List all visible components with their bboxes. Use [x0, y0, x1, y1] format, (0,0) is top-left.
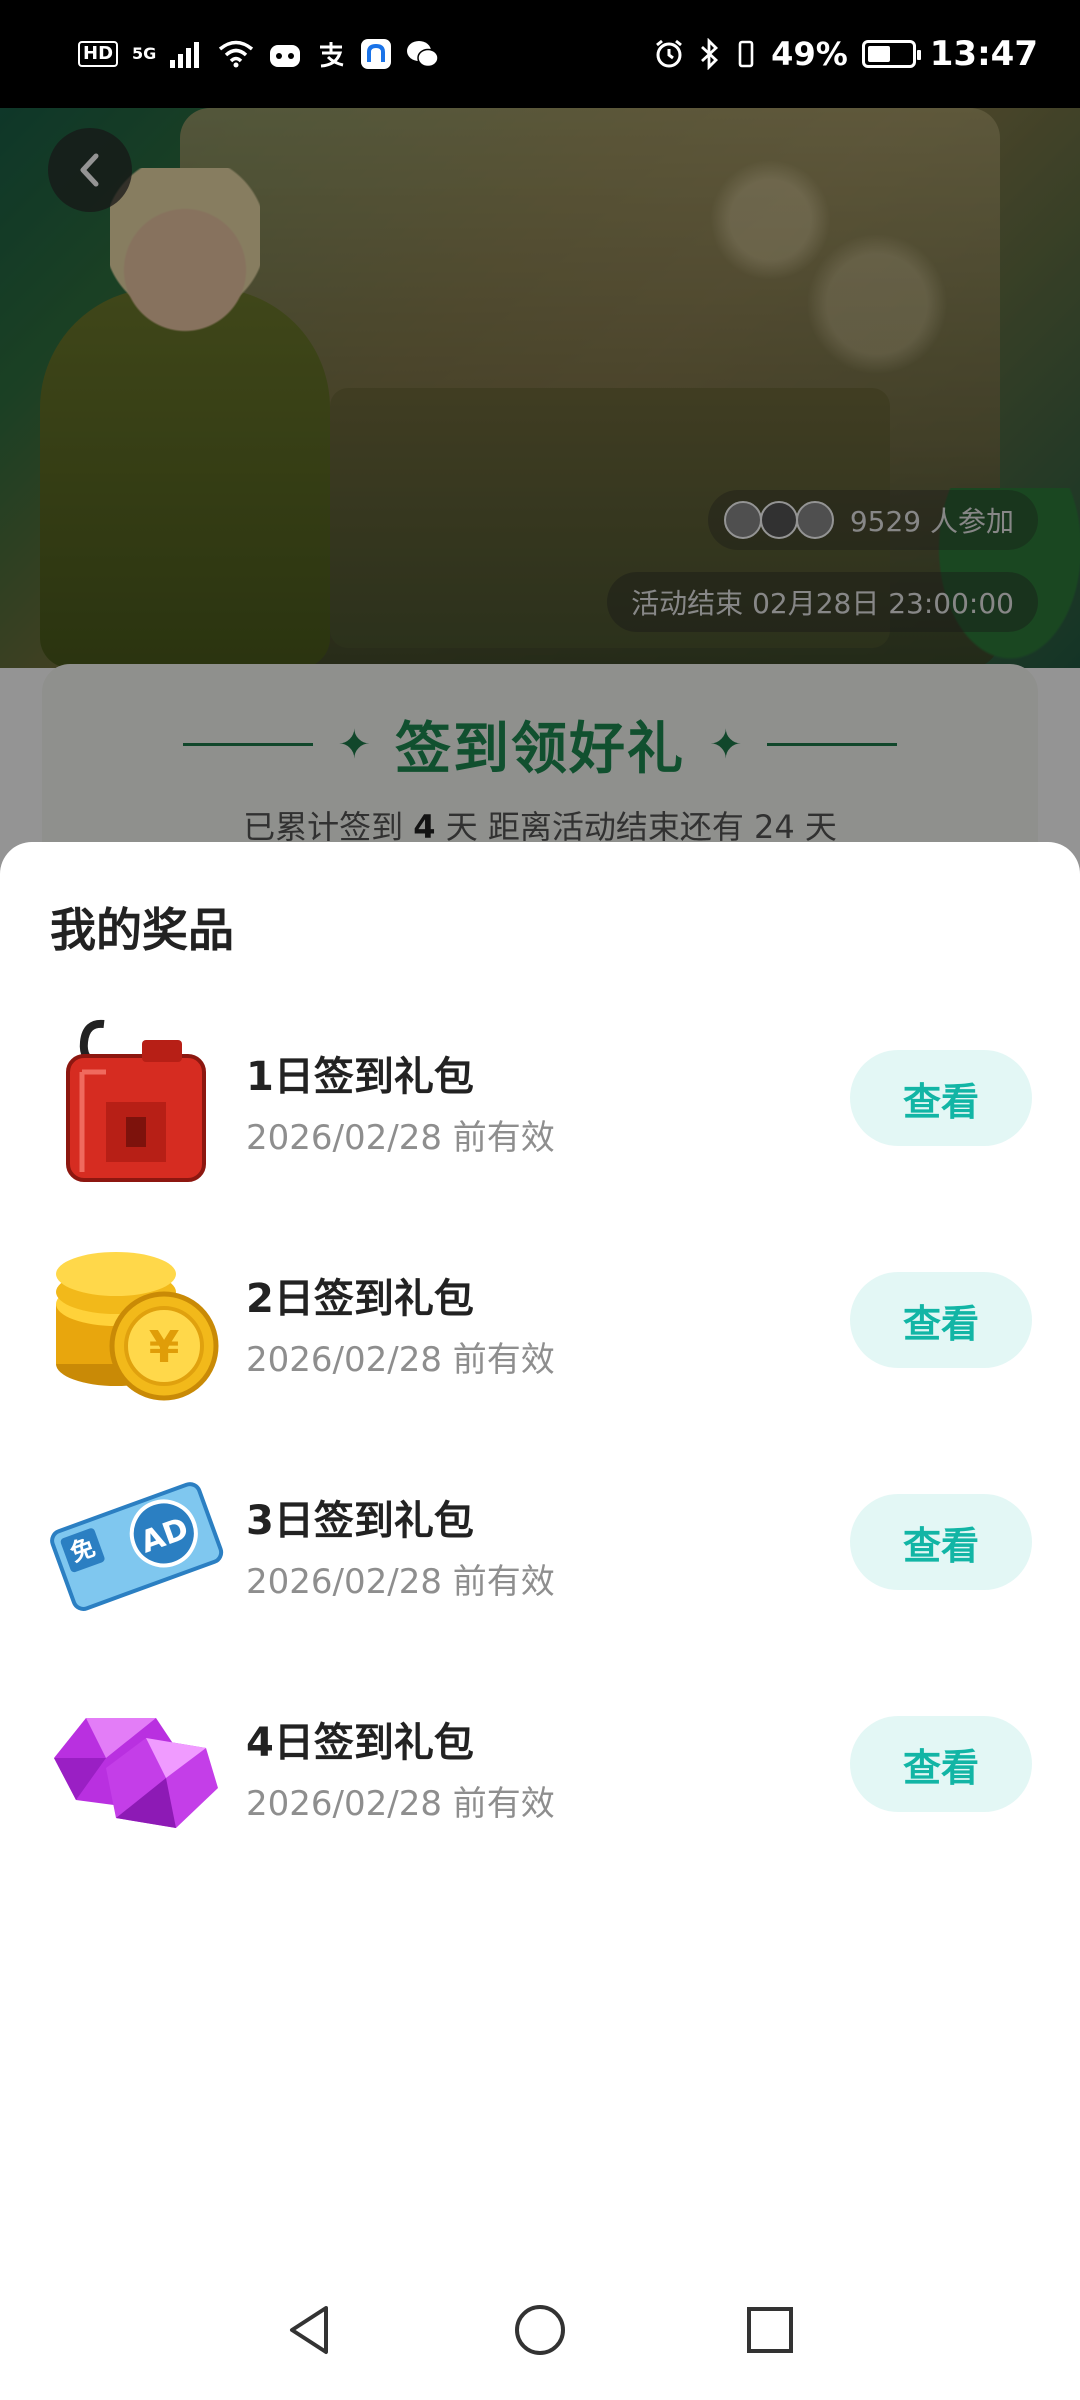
alarm-icon — [656, 39, 683, 68]
battery-percent: 49% — [771, 35, 848, 73]
system-navigation-bar — [0, 2260, 1080, 2400]
game-app-icon — [270, 45, 301, 67]
prize-validity: 2026/02/28 前有效 — [246, 1562, 555, 1602]
view-prize-button[interactable]: 查看 — [850, 1272, 1032, 1368]
alipay-icon — [320, 42, 344, 68]
battery-icon — [861, 40, 921, 68]
bluetooth-icon — [701, 38, 719, 70]
prize-item: 免 AD 3日签到礼包 2026/02/28 前有效 查看 — [0, 1456, 1080, 1678]
clock: 13:47 — [929, 34, 1038, 74]
prize-validity: 2026/02/28 前有效 — [246, 1118, 555, 1158]
status-bar-left: HD 5G — [78, 38, 440, 70]
purple-gems-icon — [54, 1718, 218, 1828]
prize-name: 1日签到礼包 — [246, 1054, 474, 1100]
prize-name: 4日签到礼包 — [246, 1720, 474, 1766]
prize-list: 1日签到礼包 2026/02/28 前有效 查看 ¥ 2日签到礼包 2026/0… — [0, 1012, 1080, 1900]
red-jerry-can-icon — [66, 1019, 206, 1182]
prize-item: ¥ 2日签到礼包 2026/02/28 前有效 查看 — [0, 1234, 1080, 1456]
wechat-icon — [407, 41, 440, 68]
svg-text:¥: ¥ — [149, 1322, 180, 1373]
circle-home-icon — [515, 2305, 565, 2355]
prize-validity: 2026/02/28 前有效 — [246, 1784, 555, 1824]
nav-back-button[interactable] — [270, 2290, 350, 2370]
nav-home-button[interactable] — [500, 2290, 580, 2370]
network-type: 5G — [132, 44, 157, 63]
status-bar-right: 49% 13:47 — [653, 34, 1038, 74]
prize-name: 3日签到礼包 — [246, 1498, 474, 1544]
nav-recents-button[interactable] — [730, 2290, 810, 2370]
view-prize-button[interactable]: 查看 — [850, 1494, 1032, 1590]
page: HD 5G 49% 13:47 9529 人参加 活动结束 02月28日 23:… — [0, 0, 1080, 2400]
prize-name: 2日签到礼包 — [246, 1276, 474, 1322]
view-prize-button[interactable]: 查看 — [850, 1716, 1032, 1812]
prize-validity: 2026/02/28 前有效 — [246, 1340, 555, 1380]
app-notification-icon — [361, 39, 392, 69]
hd-badge: HD — [78, 41, 119, 67]
triangle-back-icon — [290, 2306, 328, 2354]
signal-icon — [170, 42, 200, 68]
gold-coins-icon: ¥ — [56, 1252, 219, 1401]
wifi-icon — [219, 40, 254, 68]
ad-free-ticket-icon: 免 AD — [50, 1482, 224, 1611]
sheet-title: 我的奖品 — [50, 903, 234, 957]
prize-item: 1日签到礼包 2026/02/28 前有效 查看 — [0, 1012, 1080, 1234]
prize-item: 4日签到礼包 2026/02/28 前有效 查看 — [0, 1678, 1080, 1900]
square-recents-icon — [747, 2307, 793, 2353]
status-bar: HD 5G 49% 13:47 — [0, 0, 1080, 108]
view-prize-button[interactable]: 查看 — [850, 1050, 1032, 1146]
vibrate-icon — [738, 40, 754, 68]
my-prizes-sheet: 我的奖品 1日签到礼包 2026/02/28 前有效 查看 ¥ 2日签到礼包 2… — [0, 842, 1080, 2400]
